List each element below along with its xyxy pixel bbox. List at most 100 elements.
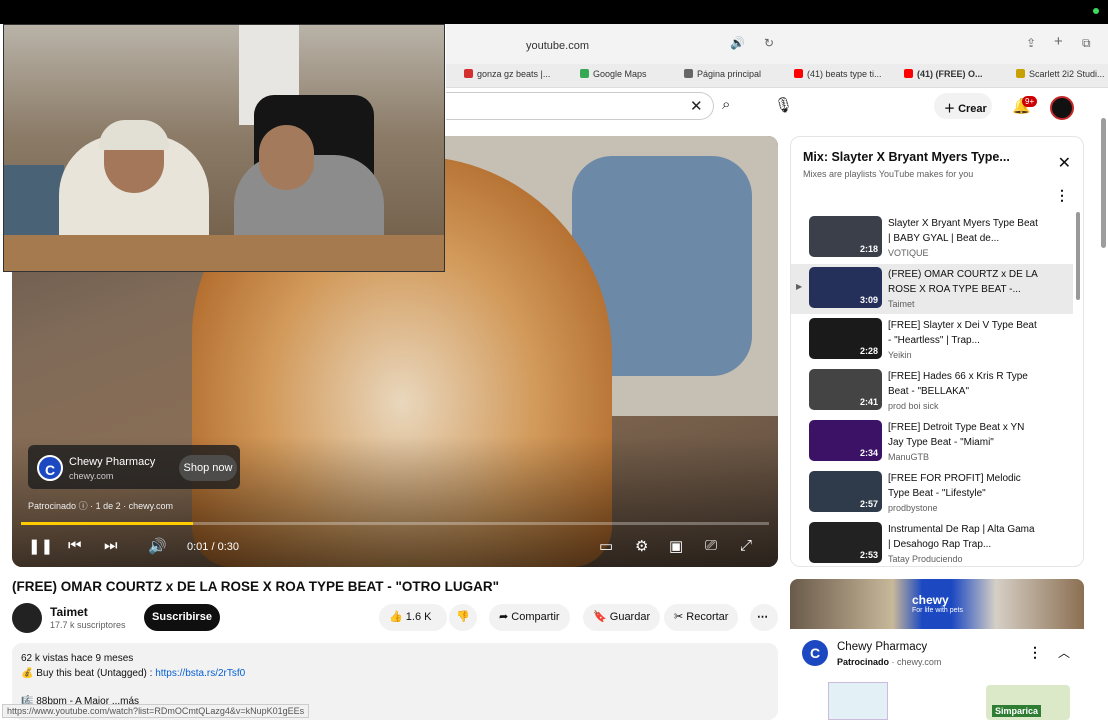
search-input[interactable] xyxy=(446,92,714,120)
progress-bar[interactable] xyxy=(21,522,769,525)
subscribe-button[interactable]: Suscribirse xyxy=(144,604,220,631)
tab-label: Scarlett 2i2 Studi... xyxy=(1029,69,1105,79)
ad-name: Chewy Pharmacy xyxy=(69,456,156,468)
browser-toolbar: youtube.com 🔊 ↻ ⇪ + ⧉ xyxy=(446,24,1108,64)
address-bar[interactable]: youtube.com xyxy=(526,40,589,52)
playlist-item-channel: ManuGTB xyxy=(888,452,930,462)
ad-sponsored-line: Patrocinado ⓘ · 1 de 2 · chewy.com xyxy=(28,499,173,512)
playlist-item[interactable]: 2:28 [FREE] Slayter x Dei V Type Beat - "… xyxy=(791,315,1073,365)
product-image[interactable]: Simparica xyxy=(986,685,1070,720)
status-bar-url: https://www.youtube.com/watch?list=RDmOC… xyxy=(2,704,310,718)
playlist-subtitle: Mixes are playlists YouTube makes for yo… xyxy=(803,169,974,179)
tab-item-active[interactable]: (41) (FREE) O... xyxy=(904,69,983,79)
product-image[interactable] xyxy=(828,682,888,720)
dislike-button[interactable]: 👎 xyxy=(449,604,477,631)
tab-label: Google Maps xyxy=(593,69,647,79)
playlist-item-title[interactable]: Slayter X Bryant Myers Type Beat | BABY … xyxy=(888,217,1038,246)
tab-overview-icon[interactable]: ⧉ xyxy=(1082,36,1091,51)
playlist-thumbnail[interactable]: 2:34 xyxy=(809,420,882,461)
playlist-thumbnail[interactable]: 2:18 xyxy=(809,216,882,257)
playlist-thumbnail[interactable]: 2:57 xyxy=(809,471,882,512)
duration-badge: 2:34 xyxy=(859,448,878,458)
page-scrollbar[interactable] xyxy=(1101,118,1106,248)
playlist-thumbnail[interactable]: 2:28 xyxy=(809,318,882,359)
tab-item[interactable]: Página principal xyxy=(684,69,761,79)
duration-badge: 2:28 xyxy=(859,346,878,356)
share-button[interactable]: ➦ Compartir xyxy=(489,604,570,631)
playlist-thumbnail[interactable]: 2:53 xyxy=(809,522,882,563)
ad-advertiser-name[interactable]: Chewy Pharmacy xyxy=(837,641,927,653)
ad-domain[interactable]: chewy.com xyxy=(129,501,173,511)
theater-mode-icon[interactable]: ▣ xyxy=(669,537,683,555)
tab-label: (41) (FREE) O... xyxy=(917,69,983,79)
youtube-icon xyxy=(904,69,913,78)
save-button[interactable]: 🔖 Guardar xyxy=(583,604,661,631)
clip-button[interactable]: ✂ Recortar xyxy=(664,604,739,631)
view-count: 62 k vistas hace 9 meses xyxy=(21,653,134,664)
playlist-item-title[interactable]: [FREE] Slayter x Dei V Type Beat - "Hear… xyxy=(888,319,1038,348)
ad-position: 1 de 2 xyxy=(95,501,121,511)
more-vert-icon[interactable]: ⋮ xyxy=(1028,644,1042,661)
duration-badge: 2:41 xyxy=(859,397,878,407)
playlist-item-title[interactable]: [FREE] Hades 66 x Kris R Type Beat - "BE… xyxy=(888,370,1038,399)
reload-icon[interactable]: ↻ xyxy=(764,36,774,50)
maps-icon xyxy=(580,69,589,78)
audio-icon[interactable]: 🔊 xyxy=(730,36,745,50)
subtitles-icon[interactable]: ▭ xyxy=(599,537,613,555)
playlist-thumbnail[interactable]: 3:09 xyxy=(809,267,882,308)
buy-link[interactable]: https://bsta.rs/2rTsf0 xyxy=(155,668,245,679)
save-label: Guardar xyxy=(609,611,651,623)
new-tab-icon[interactable]: + xyxy=(1054,33,1063,50)
previous-icon[interactable]: ⏮ xyxy=(68,537,82,554)
pause-icon[interactable]: ❚❚ xyxy=(28,537,53,555)
next-icon[interactable]: ⏭ xyxy=(104,537,118,554)
settings-icon[interactable]: ⚙ xyxy=(635,537,648,555)
clip-label: Recortar xyxy=(686,611,729,623)
info-icon[interactable]: ⓘ xyxy=(79,501,91,511)
playlist-panel: Mix: Slayter X Bryant Myers Type... Mixe… xyxy=(790,136,1084,567)
create-button[interactable]: ＋ Crear xyxy=(934,93,992,119)
like-button[interactable]: 👍 1.6 K xyxy=(379,604,447,631)
ad-banner-image[interactable]: chewy For life with pets xyxy=(790,579,1084,629)
playlist-scrollbar[interactable] xyxy=(1076,212,1080,300)
ad-card[interactable]: C Chewy Pharmacy chewy.com Shop now xyxy=(28,445,240,489)
tab-item[interactable]: Google Maps xyxy=(580,69,647,79)
advertiser-logo[interactable]: C xyxy=(802,640,828,666)
playlist-item-title[interactable]: [FREE] Detroit Type Beat x YN Jay Type B… xyxy=(888,421,1038,450)
playlist-title[interactable]: Mix: Slayter X Bryant Myers Type... xyxy=(803,150,1010,164)
share-icon[interactable]: ⇪ xyxy=(1026,36,1036,50)
close-icon[interactable]: ✕ xyxy=(1058,153,1071,173)
playlist-item[interactable]: 2:57 [FREE FOR PROFIT] Melodic Type Beat … xyxy=(791,468,1073,518)
playlist-item-current[interactable]: ▶ 3:09 (FREE) OMAR COURTZ x DE LA ROSE X R… xyxy=(791,264,1073,314)
playlist-item-title[interactable]: (FREE) OMAR COURTZ x DE LA ROSE X ROA TY… xyxy=(888,268,1038,297)
more-vert-icon[interactable]: ⋮ xyxy=(1055,187,1069,204)
playlist-item[interactable]: 2:18 Slayter X Bryant Myers Type Beat | B… xyxy=(791,213,1073,263)
shop-now-button[interactable]: Shop now xyxy=(179,455,237,481)
playlist-item[interactable]: 2:41 [FREE] Hades 66 x Kris R Type Beat -… xyxy=(791,366,1073,416)
more-icon: ⋯ xyxy=(757,611,768,623)
tab-item[interactable]: (41) beats type ti... xyxy=(794,69,882,79)
channel-name[interactable]: Taimet xyxy=(50,605,88,619)
microphone-icon[interactable]: 🎙 xyxy=(774,96,793,114)
webcam-desk xyxy=(4,235,444,271)
account-avatar[interactable] xyxy=(1050,96,1074,120)
playlist-item-title[interactable]: Instrumental De Rap | Alta Gama | Desaho… xyxy=(888,523,1038,552)
fullscreen-icon[interactable]: ⤢ xyxy=(740,537,752,554)
airplay-icon[interactable]: ⎚ xyxy=(705,537,717,554)
clear-search-icon[interactable]: ✕ xyxy=(690,97,703,115)
more-actions-button[interactable]: ⋯ xyxy=(750,604,778,631)
chevron-up-icon[interactable]: ︿ xyxy=(1058,644,1070,661)
playlist-thumbnail[interactable]: 2:41 xyxy=(809,369,882,410)
playlist-item-title[interactable]: [FREE FOR PROFIT] Melodic Type Beat - "L… xyxy=(888,472,1038,501)
playlist-item[interactable]: 2:34 [FREE] Detroit Type Beat x YN Jay Ty… xyxy=(791,417,1073,467)
tab-item[interactable]: Scarlett 2i2 Studi... xyxy=(1016,69,1105,79)
volume-icon[interactable]: 🔊 xyxy=(148,537,167,555)
youtube-header: ✕ ⌕ 🎙 ＋ Crear 🔔 9+ xyxy=(446,88,1108,124)
search-icon[interactable]: ⌕ xyxy=(722,96,730,113)
tab-item[interactable]: gonza gz beats |... xyxy=(464,69,550,79)
duration-badge: 3:09 xyxy=(859,295,878,305)
ad-domain: · chewy.com xyxy=(891,657,942,667)
favicon-icon xyxy=(1016,69,1025,78)
channel-avatar[interactable] xyxy=(12,603,42,633)
playlist-item[interactable]: 2:53 Instrumental De Rap | Alta Gama | De… xyxy=(791,519,1073,566)
